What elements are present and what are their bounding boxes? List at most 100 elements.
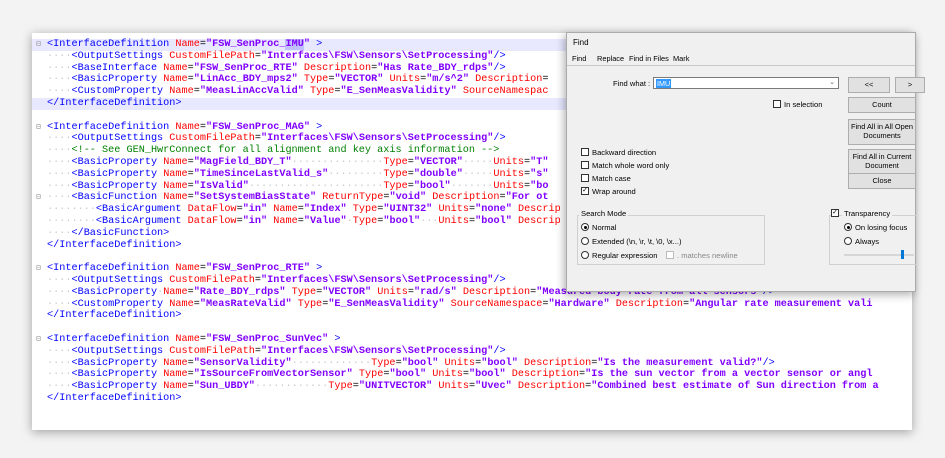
code-token: Type [383,168,408,180]
fold-toggle-icon[interactable]: ⊟ [36,263,46,275]
code-token: Name [175,263,200,275]
code-token: Descrip [517,204,561,216]
code-line-text: <InterfaceDefinition Name="FSW_SenProc_S… [47,334,341,346]
code-token: "bool" [475,215,512,227]
code-token: "FSW_SenProc_ [206,39,286,50]
code-token: "IsSourceFromVectorSensor" [193,369,353,381]
code-token: ······················ [248,180,384,192]
code-token: "double" [413,168,463,180]
code-line[interactable]: ····<BasicProperty Name="SensorValidity"… [32,358,912,370]
find-what-label: Find what : [613,79,651,88]
code-token: Units [377,286,408,298]
code-token: Type [358,369,384,381]
on-losing-focus-radio[interactable] [844,223,852,231]
code-token: CustomFilePath [169,345,255,357]
search-match: IMU [285,39,304,50]
code-line-text: ····<BasicProperty Name="Sun_UBDY"······… [47,381,879,393]
code-line[interactable] [32,322,912,334]
code-line-text: <InterfaceDefinition Name="FSW_SenProc_M… [47,122,322,134]
whole-word-checkbox[interactable] [581,161,589,169]
fold-toggle-icon[interactable]: ⊟ [36,122,46,134]
code-token: ············· [291,357,372,369]
code-token: "Has Rate_BDY_rdps" [377,62,494,74]
code-token: ···· [47,286,72,298]
dialog-title: Find [573,38,589,47]
code-line[interactable]: </InterfaceDefinition> [32,393,912,405]
in-selection-label: In selection [784,100,823,109]
code-line-text: ····<OutputSettings CustomFilePath="Inte… [47,275,506,287]
tab-replace[interactable]: Replace [597,54,624,63]
code-token: "UNITVECTOR" [358,381,433,393]
chevron-down-icon[interactable]: ⌄ [829,78,835,86]
mode-regex-radio[interactable] [581,251,589,259]
code-token: Units [493,180,524,192]
code-token: <BasicFunction [71,192,158,204]
always-radio[interactable] [844,237,852,245]
wrap-around-checkbox[interactable]: ✓ [581,187,589,195]
code-token: Units [493,168,524,180]
code-token: "Interfaces\FSW\Sensors\SetProcessing" [261,345,494,357]
code-token: "in" [242,204,268,216]
code-line-text: ····<BasicProperty Name="MagField_BDY_T"… [47,157,548,169]
match-case-label: Match case [592,174,631,183]
code-token: <OutputSettings [71,50,164,62]
backward-checkbox[interactable] [581,148,589,156]
transparency-checkbox[interactable]: ✓ [831,209,839,217]
code-token: > [316,121,323,133]
code-token: <CustomProperty [71,298,164,310]
tab-find-in-files[interactable]: Find in Files [629,54,669,63]
find-all-open-button[interactable]: Find All in All Open Documents [848,119,916,145]
code-token: "bool" [413,180,451,192]
tab-find[interactable]: Find [572,54,586,63]
code-token: "s" [530,168,549,180]
find-previous-button[interactable]: << [848,77,890,93]
search-mode-title: Search Mode [579,209,629,218]
in-selection-checkbox[interactable] [773,100,781,108]
code-line[interactable]: ····<OutputSettings CustomFilePath="Inte… [32,346,912,358]
transparency-slider-thumb[interactable] [901,250,904,259]
code-line[interactable]: ····<BasicProperty Name="IsSourceFromVec… [32,369,912,381]
match-case-checkbox[interactable] [581,174,589,182]
code-token: CustomFilePath [169,50,255,62]
wrap-around-label: Wrap around [592,187,636,196]
code-token: Name [273,215,298,227]
code-token: /> [493,50,506,62]
code-token: "FSW_SenProc_RTE" [193,62,298,74]
code-token: "E_SenMeasValidity" [328,298,445,310]
code-line-text: <InterfaceDefinition Name="FSW_SenProc_I… [47,39,322,51]
code-token: ···· [47,369,72,381]
code-line[interactable]: ⊟ <InterfaceDefinition Name="FSW_SenProc_… [32,334,912,346]
count-button[interactable]: Count [848,97,916,113]
mode-regex-label: Regular expression [592,251,658,260]
find-all-current-button[interactable]: Find All in Current Document [848,149,916,175]
close-button[interactable]: Close [848,173,916,189]
tab-mark[interactable]: Mark [673,54,689,63]
fold-toggle-icon[interactable]: ⊟ [36,39,46,51]
find-next-button[interactable]: > [895,77,925,93]
code-line[interactable]: </InterfaceDefinition> [32,310,912,322]
fold-toggle-icon[interactable]: ⊟ [36,192,46,204]
code-token: "FSW_SenProc_SunVec" [206,333,329,345]
code-line[interactable]: ····<CustomProperty Name="MeasRateValid"… [32,299,912,311]
code-token: Name [163,74,188,86]
code-token: "TimeSinceLastValid_s" [193,168,329,180]
code-line-text: ····<BasicFunction Name="SetSystemBiasSt… [47,192,548,204]
code-line[interactable]: ····<BasicProperty Name="Sun_UBDY"······… [32,381,912,393]
code-token: ···· [47,74,72,86]
code-token: </InterfaceDefinition> [47,310,182,322]
code-token: ···· [47,180,72,192]
code-token: Name [163,62,188,74]
code-token: <BasicProperty [71,180,158,192]
fold-toggle-icon[interactable]: ⊟ [36,334,46,346]
mode-extended-radio[interactable] [581,237,589,245]
code-line-text: </InterfaceDefinition> [47,98,182,110]
mode-normal-radio[interactable] [581,223,589,231]
code-token: ···· [47,192,72,204]
code-line-text: </InterfaceDefinition> [47,240,182,252]
matches-newline-checkbox[interactable] [666,251,674,259]
code-token: Units [432,369,463,381]
code-token: ······· [450,180,494,192]
code-line-text: <InterfaceDefinition Name="FSW_SenProc_R… [47,263,322,275]
find-what-input[interactable]: IMU ⌄ [653,77,839,89]
code-token: Name [175,121,200,133]
